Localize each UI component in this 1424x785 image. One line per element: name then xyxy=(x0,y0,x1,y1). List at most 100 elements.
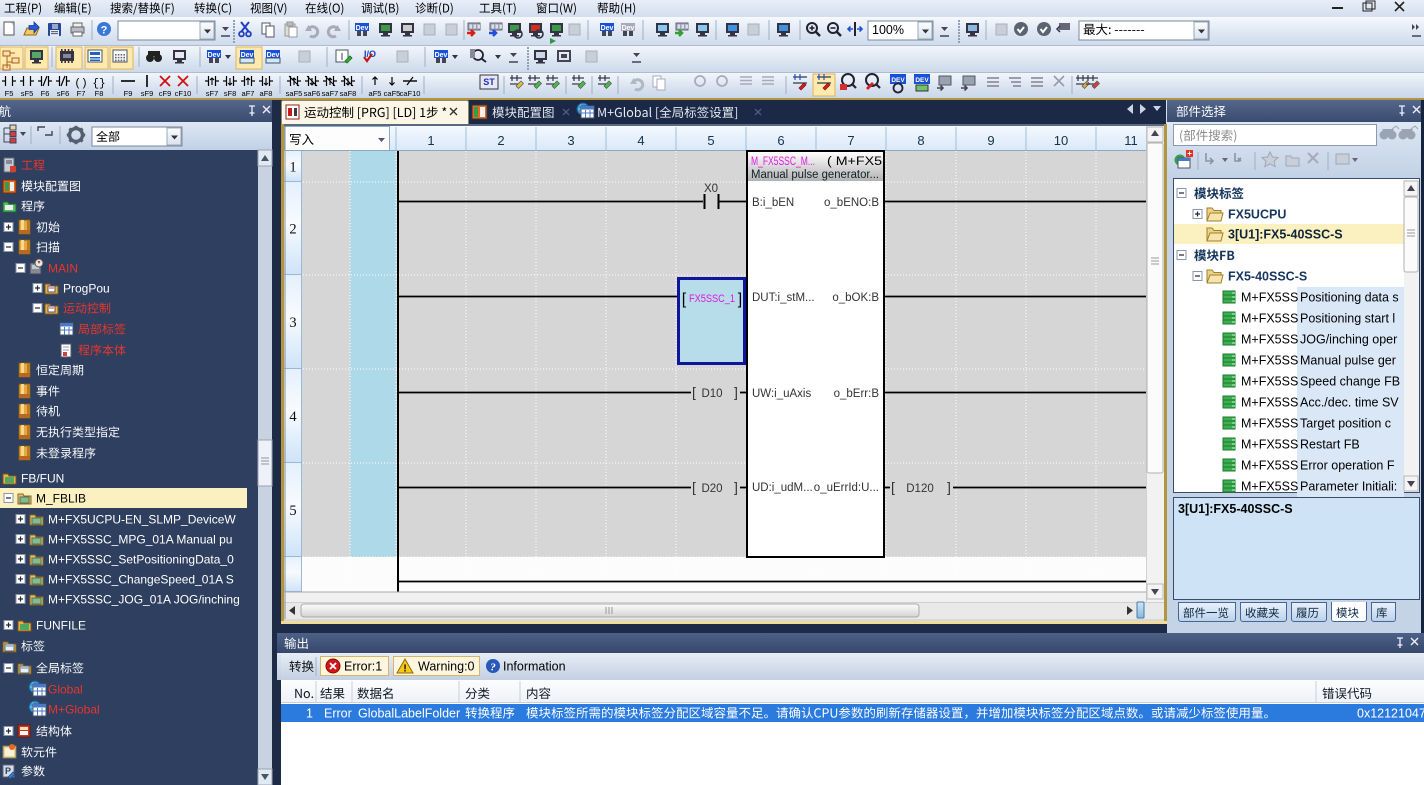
svg-text:?: ? xyxy=(490,662,496,674)
svg-text:1: 1 xyxy=(306,707,313,721)
svg-text:M+FX5SS: M+FX5SS xyxy=(1241,438,1298,452)
svg-text:100%: 100% xyxy=(872,23,904,37)
svg-text:]: ] xyxy=(734,384,738,400)
svg-text:FX5UCPU: FX5UCPU xyxy=(1228,208,1286,222)
svg-text:saF7: saF7 xyxy=(322,89,339,98)
svg-text:F6: F6 xyxy=(41,89,50,98)
svg-text:M+FX5SS: M+FX5SS xyxy=(1241,417,1298,431)
svg-text:sF6: sF6 xyxy=(57,89,70,98)
svg-text:2: 2 xyxy=(497,133,504,148)
svg-text:M+FX5UCPU-EN_SLMP_DeviceW: M+FX5UCPU-EN_SLMP_DeviceW xyxy=(48,513,236,527)
svg-text:11: 11 xyxy=(1124,133,1138,148)
svg-text:Dev: Dev xyxy=(601,25,614,32)
svg-text:3[U1]:FX5-40SSC-S: 3[U1]:FX5-40SSC-S xyxy=(1228,228,1343,242)
svg-text:Dev: Dev xyxy=(622,25,635,32)
svg-text:o_bENO:B: o_bENO:B xyxy=(824,197,879,209)
svg-text:Error operation F: Error operation F xyxy=(1300,459,1395,473)
svg-text:sF9: sF9 xyxy=(141,89,154,98)
svg-text:Positioning start l: Positioning start l xyxy=(1300,312,1395,326)
svg-text:Dev: Dev xyxy=(208,52,221,59)
svg-text:Target position c: Target position c xyxy=(1300,417,1391,431)
svg-text:F5: F5 xyxy=(5,89,14,98)
svg-text:]: ] xyxy=(734,479,738,495)
svg-text:caF10: caF10 xyxy=(400,89,421,98)
svg-text:5: 5 xyxy=(289,503,296,519)
svg-text:M+FX5SS: M+FX5SS xyxy=(1241,291,1298,305)
svg-text:sF7: sF7 xyxy=(206,89,219,98)
svg-text:saF5: saF5 xyxy=(286,89,303,98)
svg-text:3[U1]:FX5-40SSC-S: 3[U1]:FX5-40SSC-S xyxy=(1178,502,1293,516)
svg-text:cF9: cF9 xyxy=(159,89,172,98)
svg-text:o_uErrId:U...: o_uErrId:U... xyxy=(814,482,879,494)
svg-text:3: 3 xyxy=(567,133,574,148)
svg-text:saF8: saF8 xyxy=(340,89,357,98)
svg-text:sF8: sF8 xyxy=(224,89,237,98)
svg-text:M+FX5SS: M+FX5SS xyxy=(1241,480,1298,494)
svg-text:M_FBLIB: M_FBLIB xyxy=(36,492,86,506)
svg-text:8: 8 xyxy=(917,133,924,148)
svg-text:aF7: aF7 xyxy=(242,89,255,98)
svg-text:5: 5 xyxy=(707,133,714,148)
svg-text:M+FX5SSC_JOG_01A JOG/inching: M+FX5SSC_JOG_01A JOG/inching xyxy=(48,593,240,607)
svg-text:X0: X0 xyxy=(704,183,718,195)
svg-text:caF5: caF5 xyxy=(384,89,401,98)
svg-text:Global: Global xyxy=(48,683,83,697)
svg-text:FUNFILE: FUNFILE xyxy=(36,619,86,633)
svg-text:M+FX5SS: M+FX5SS xyxy=(1241,396,1298,410)
svg-text:M+FX5SS: M+FX5SS xyxy=(1241,459,1298,473)
svg-text:sF5: sF5 xyxy=(21,89,34,98)
svg-text:DEV: DEV xyxy=(915,77,929,84)
svg-text:saF6: saF6 xyxy=(304,89,321,98)
svg-text:Dev: Dev xyxy=(435,52,448,59)
svg-text:0x12121047: 0x12121047 xyxy=(1357,707,1424,721)
svg-text:1: 1 xyxy=(289,160,296,176)
svg-text:( M+FX5: ( M+FX5 xyxy=(827,156,882,168)
svg-text:Restart FB: Restart FB xyxy=(1300,438,1360,452)
svg-text:M+FX5SS: M+FX5SS xyxy=(1241,333,1298,347)
svg-text:Acc./dec. time SV: Acc./dec. time SV xyxy=(1300,396,1399,410)
svg-text:JOG/inching oper: JOG/inching oper xyxy=(1300,333,1397,347)
svg-text:FB/FUN: FB/FUN xyxy=(21,472,64,486)
svg-text:]: ] xyxy=(738,291,742,308)
svg-text:M+FX5SS: M+FX5SS xyxy=(1241,354,1298,368)
svg-text:Error: Error xyxy=(324,707,352,721)
svg-text:M+Global: M+Global xyxy=(48,703,100,717)
svg-text:I: I xyxy=(341,52,344,63)
svg-text:[: [ xyxy=(692,384,696,400)
svg-text:aF5: aF5 xyxy=(369,89,382,98)
svg-text:o_bErr:B: o_bErr:B xyxy=(834,388,880,400)
svg-text:B:i_bEN: B:i_bEN xyxy=(752,197,794,209)
svg-text:!: ! xyxy=(403,664,406,675)
svg-text:ProgPou: ProgPou xyxy=(63,282,110,296)
svg-text:UD:i_udM...: UD:i_udM... xyxy=(752,482,813,494)
svg-text:Dev: Dev xyxy=(356,25,369,32)
svg-text:MAIN: MAIN xyxy=(48,262,78,276)
svg-text:Manual pulse ger: Manual pulse ger xyxy=(1300,354,1396,368)
svg-text:M+FX5SS: M+FX5SS xyxy=(1241,375,1298,389)
svg-text:F7: F7 xyxy=(77,89,86,98)
svg-text:[: [ xyxy=(891,479,895,495)
svg-text:FX5SSC_1: FX5SSC_1 xyxy=(689,293,735,305)
svg-text:[: [ xyxy=(692,479,696,495)
svg-text:UW:i_uAxis: UW:i_uAxis xyxy=(752,388,811,400)
svg-text:2: 2 xyxy=(289,222,296,238)
svg-text:6: 6 xyxy=(777,133,784,148)
svg-text:D120: D120 xyxy=(906,483,934,495)
svg-text:Parameter Initiali:: Parameter Initiali: xyxy=(1300,480,1397,494)
svg-text:DUT:i_stM...: DUT:i_stM... xyxy=(752,292,815,304)
svg-text:?: ? xyxy=(101,25,108,37)
svg-text:cF10: cF10 xyxy=(175,89,192,98)
svg-text:[: [ xyxy=(682,291,687,308)
svg-text:M_FX5SSC_M...: M_FX5SSC_M... xyxy=(751,156,815,168)
svg-text:9: 9 xyxy=(987,133,994,148)
svg-text:Speed change FB: Speed change FB xyxy=(1300,375,1400,389)
svg-text:o_bOK:B: o_bOK:B xyxy=(832,292,879,304)
svg-text:M+FX5SSC_MPG_01A Manual pu: M+FX5SSC_MPG_01A Manual pu xyxy=(48,533,232,547)
svg-text:M+FX5SS: M+FX5SS xyxy=(1241,312,1298,326)
svg-text:M+FX5SSC_SetPositioningData_0: M+FX5SSC_SetPositioningData_0 xyxy=(48,553,234,567)
svg-text:Positioning data s: Positioning data s xyxy=(1300,291,1399,305)
svg-text:1: 1 xyxy=(427,133,434,148)
svg-text:M+FX5SSC_ChangeSpeed_01A S: M+FX5SSC_ChangeSpeed_01A S xyxy=(48,573,234,587)
svg-text:10: 10 xyxy=(1054,133,1068,148)
svg-text:F8: F8 xyxy=(95,89,104,98)
